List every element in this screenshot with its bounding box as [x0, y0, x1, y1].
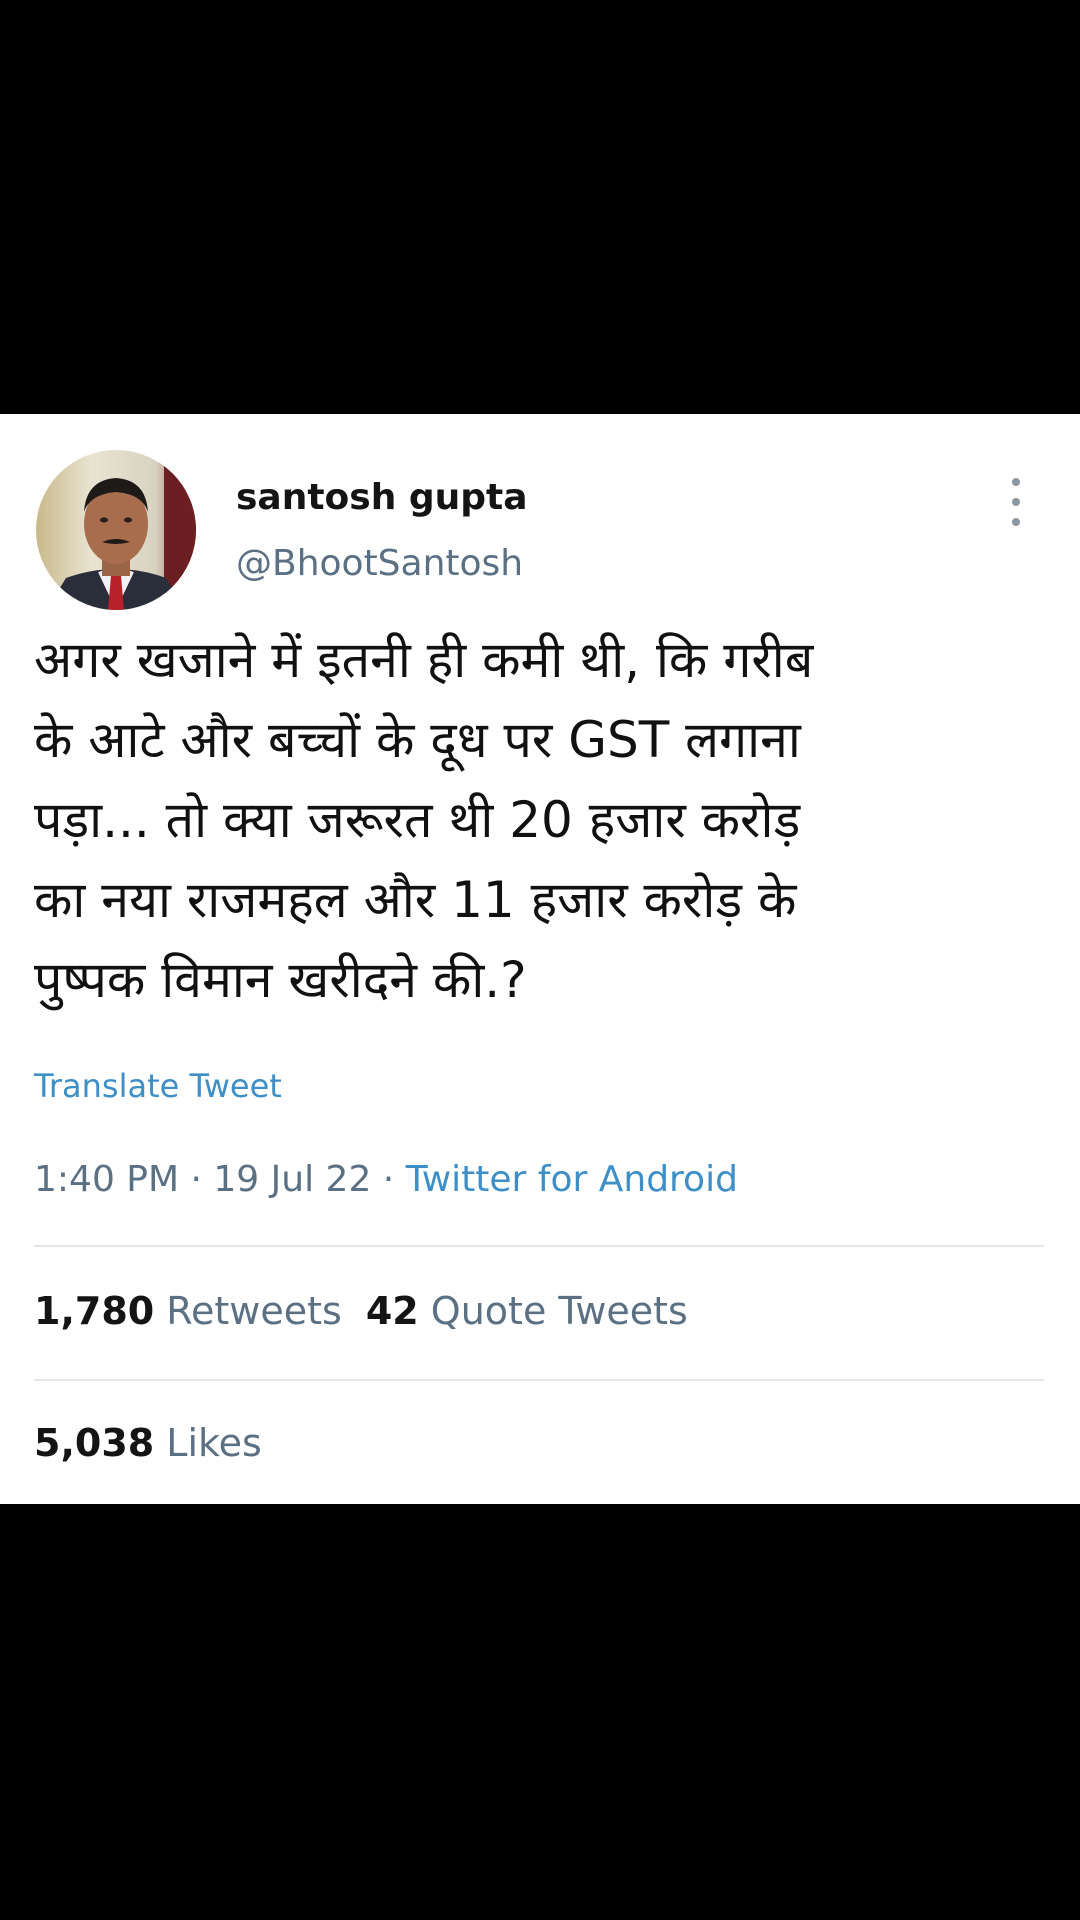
display-name[interactable]: santosh gupta — [236, 476, 528, 520]
meta-separator: · — [179, 1159, 214, 1200]
divider — [34, 1379, 1044, 1381]
top-black-bar — [0, 0, 1080, 414]
retweets-label: Retweets — [166, 1289, 342, 1333]
tweet-text: अगर खजाने में इतनी ही कमी थी, कि गरीब के… — [34, 631, 814, 1009]
quote-tweets-stat[interactable]: 42 Quote Tweets — [366, 1289, 688, 1333]
tweet-card: santosh gupta @BhootSantosh अगर खजाने मे… — [0, 414, 1080, 1504]
retweets-count: 1,780 — [34, 1289, 155, 1333]
retweets-stat[interactable]: 1,780 Retweets — [34, 1289, 342, 1333]
quotes-label: Quote Tweets — [430, 1289, 688, 1333]
meta-separator: · — [371, 1159, 406, 1200]
engagement-stats: 1,780 Retweets 42 Quote Tweets — [34, 1286, 688, 1336]
translate-tweet-link[interactable]: Translate Tweet — [34, 1064, 282, 1108]
more-dot — [1012, 498, 1020, 506]
more-dot — [1012, 478, 1020, 486]
tweet-date[interactable]: 19 Jul 22 — [213, 1159, 371, 1200]
likes-label: Likes — [166, 1421, 262, 1465]
bottom-black-bar — [0, 1504, 1080, 1920]
divider — [34, 1245, 1044, 1247]
avatar-photo — [36, 450, 196, 610]
tweet-time[interactable]: 1:40 PM — [34, 1159, 179, 1200]
likes-stat[interactable]: 5,038 Likes — [34, 1418, 262, 1468]
user-handle[interactable]: @BhootSantosh — [236, 542, 523, 586]
tweet-meta: 1:40 PM · 19 Jul 22 · Twitter for Androi… — [34, 1156, 738, 1204]
more-dot — [1012, 518, 1020, 526]
avatar[interactable] — [36, 450, 196, 610]
more-options-icon[interactable] — [1004, 478, 1028, 526]
quotes-count: 42 — [365, 1289, 419, 1333]
tweet-source-link[interactable]: Twitter for Android — [406, 1159, 738, 1200]
likes-count: 5,038 — [34, 1421, 155, 1465]
